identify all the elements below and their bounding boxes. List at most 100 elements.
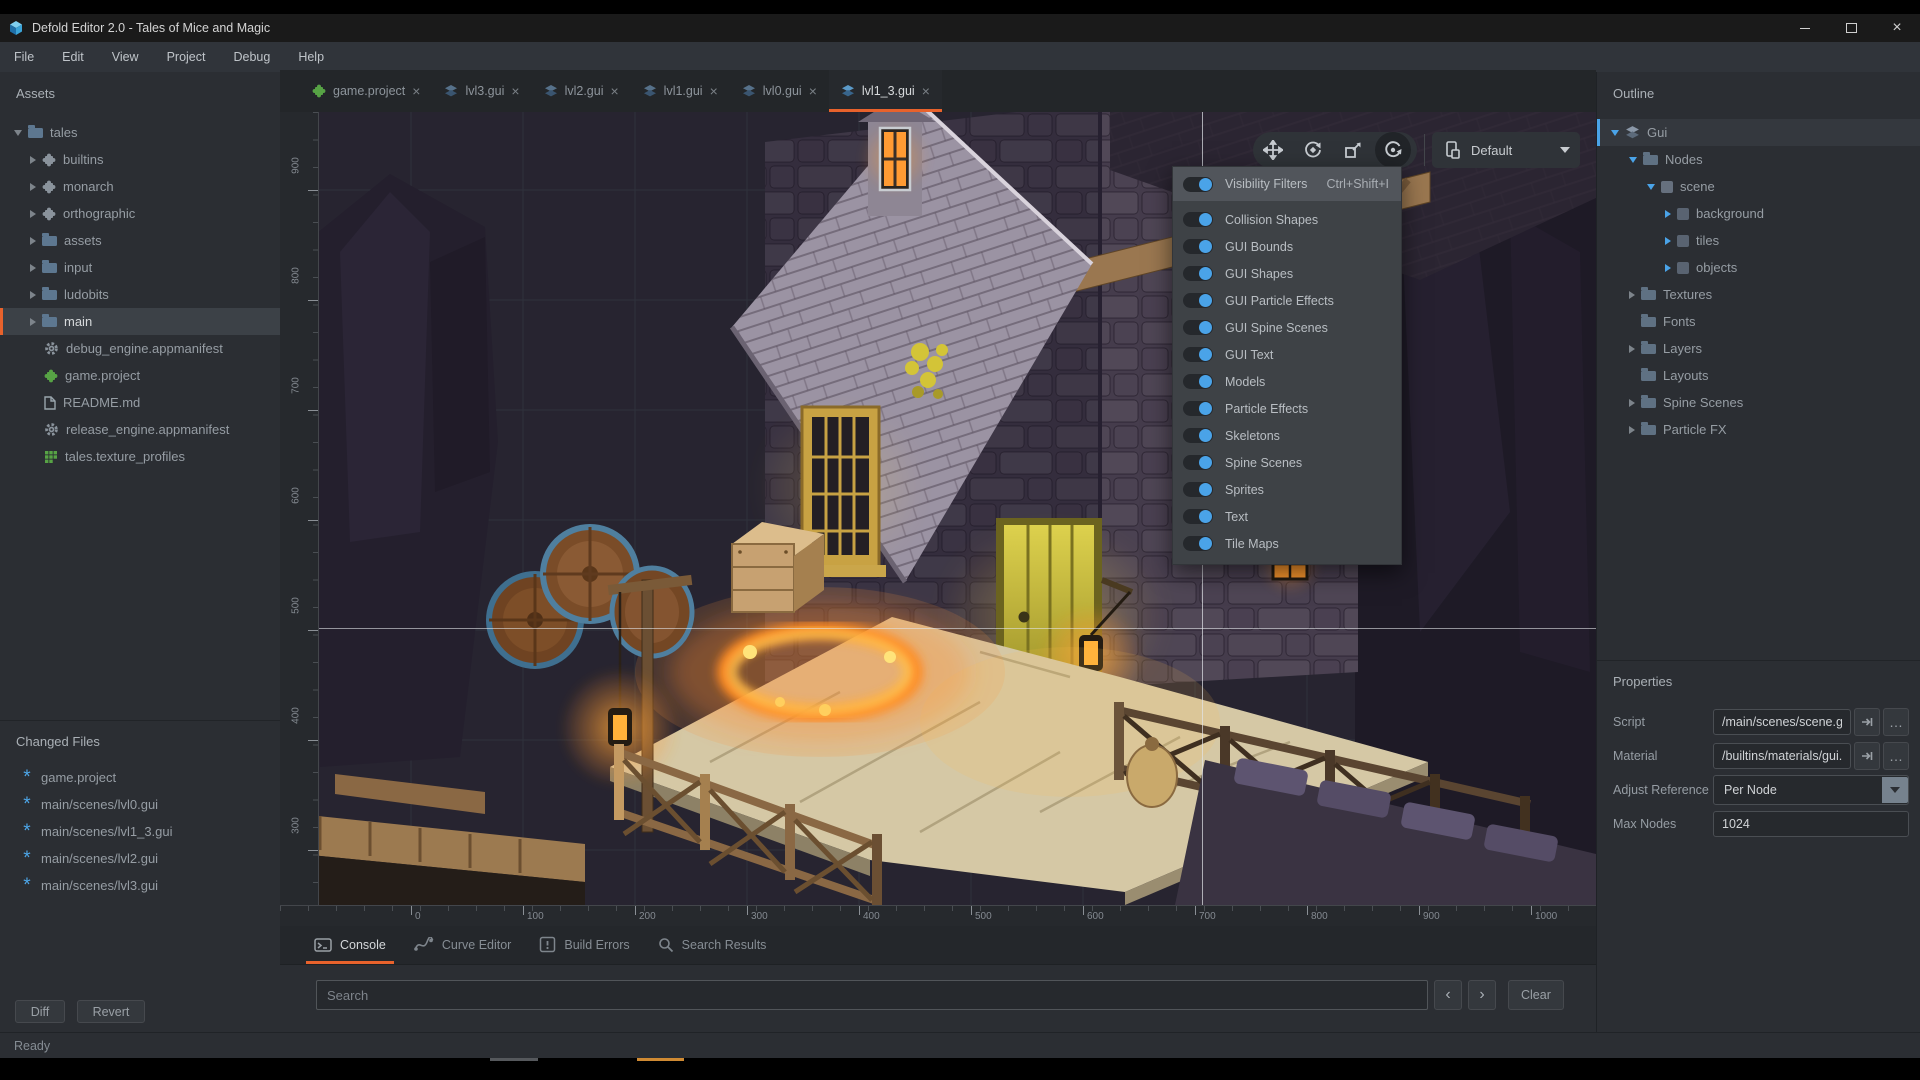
- chevron-right-icon[interactable]: [30, 264, 36, 272]
- search-next-button[interactable]: ›: [1468, 980, 1496, 1010]
- outline-item-objects[interactable]: objects: [1597, 254, 1920, 281]
- select-arrow-button[interactable]: [1882, 777, 1908, 803]
- adjust-reference-select[interactable]: Per Node: [1713, 775, 1909, 805]
- outline-item-gui[interactable]: Gui: [1597, 119, 1920, 146]
- rotate-tool-button[interactable]: [1293, 132, 1333, 168]
- search-input[interactable]: [316, 980, 1428, 1010]
- sidebar-item-input[interactable]: input: [0, 254, 280, 281]
- outline-item-nodes[interactable]: Nodes: [1597, 146, 1920, 173]
- open-resource-button[interactable]: [1854, 742, 1880, 770]
- chevron-right-icon[interactable]: [1629, 345, 1635, 353]
- layout-profile-selector[interactable]: Default: [1432, 132, 1580, 168]
- chevron-right-icon[interactable]: [1665, 264, 1671, 272]
- chevron-down-icon[interactable]: [1647, 184, 1655, 190]
- outline-item-fonts[interactable]: Fonts: [1597, 308, 1920, 335]
- filter-sprites[interactable]: Sprites: [1173, 476, 1401, 503]
- chevron-right-icon[interactable]: [1629, 426, 1635, 434]
- filter-gui-bounds[interactable]: GUI Bounds: [1173, 233, 1401, 260]
- chevron-right-icon[interactable]: [1629, 291, 1635, 299]
- sidebar-item-ludobits[interactable]: ludobits: [0, 281, 280, 308]
- menu-project[interactable]: Project: [153, 42, 220, 72]
- sidebar-item-texture-profiles[interactable]: tales.texture_profiles: [0, 443, 280, 470]
- toggle-switch[interactable]: [1183, 347, 1213, 362]
- visibility-filters-header-row[interactable]: Visibility Filters Ctrl+Shift+I: [1173, 167, 1401, 201]
- chevron-right-icon[interactable]: [30, 210, 36, 218]
- sidebar-item-readme[interactable]: README.md: [0, 389, 280, 416]
- chevron-right-icon[interactable]: [30, 156, 36, 164]
- outline-item-spine-scenes[interactable]: Spine Scenes: [1597, 389, 1920, 416]
- scale-tool-button[interactable]: [1333, 132, 1373, 168]
- browse-resource-button[interactable]: [1883, 708, 1909, 736]
- sidebar-item-tales[interactable]: tales: [0, 119, 280, 146]
- tab-game-project[interactable]: game.project: [300, 70, 432, 112]
- toggle-switch[interactable]: [1183, 177, 1213, 192]
- filter-collision-shapes[interactable]: Collision Shapes: [1173, 206, 1401, 233]
- menu-view[interactable]: View: [98, 42, 153, 72]
- menu-edit[interactable]: Edit: [48, 42, 98, 72]
- outline-item-particle-fx[interactable]: Particle FX: [1597, 416, 1920, 443]
- outline-item-layouts[interactable]: Layouts: [1597, 362, 1920, 389]
- chevron-right-icon[interactable]: [30, 318, 36, 326]
- sidebar-item-builtins[interactable]: builtins: [0, 146, 280, 173]
- chevron-right-icon[interactable]: [1629, 399, 1635, 407]
- toggle-switch[interactable]: [1183, 455, 1213, 470]
- toggle-switch[interactable]: [1183, 401, 1213, 416]
- toggle-switch[interactable]: [1183, 212, 1213, 227]
- search-prev-button[interactable]: ‹: [1434, 980, 1462, 1010]
- filter-models[interactable]: Models: [1173, 368, 1401, 395]
- maximize-button[interactable]: [1828, 14, 1874, 42]
- tab-close-icon[interactable]: [922, 83, 930, 99]
- filter-tile-maps[interactable]: Tile Maps: [1173, 530, 1401, 557]
- filter-gui-text[interactable]: GUI Text: [1173, 341, 1401, 368]
- changed-file-row[interactable]: * game.project: [0, 764, 280, 791]
- chevron-down-icon[interactable]: [14, 130, 22, 136]
- chevron-right-icon[interactable]: [30, 183, 36, 191]
- outline-item-background[interactable]: background: [1597, 200, 1920, 227]
- tab-close-icon[interactable]: [511, 83, 519, 99]
- scene-viewport[interactable]: 900 800 700 600 500 400 300: [280, 112, 1596, 905]
- changed-file-row[interactable]: * main/scenes/lvl3.gui: [0, 872, 280, 899]
- changed-file-row[interactable]: * main/scenes/lvl1_3.gui: [0, 818, 280, 845]
- clear-button[interactable]: Clear: [1508, 980, 1564, 1010]
- filter-gui-particle-effects[interactable]: GUI Particle Effects: [1173, 287, 1401, 314]
- filter-gui-spine-scenes[interactable]: GUI Spine Scenes: [1173, 314, 1401, 341]
- tab-console[interactable]: Console: [300, 925, 400, 964]
- browse-resource-button[interactable]: [1883, 742, 1909, 770]
- outline-item-scene[interactable]: scene: [1597, 173, 1920, 200]
- toggle-switch[interactable]: [1183, 482, 1213, 497]
- visibility-filters-button[interactable]: [1375, 132, 1411, 168]
- sidebar-item-main[interactable]: main: [0, 308, 280, 335]
- chevron-right-icon[interactable]: [1665, 210, 1671, 218]
- tab-lvl2-gui[interactable]: lvl2.gui: [532, 70, 631, 112]
- toggle-switch[interactable]: [1183, 428, 1213, 443]
- changed-file-row[interactable]: * main/scenes/lvl2.gui: [0, 845, 280, 872]
- sidebar-item-debug-engine-appmanifest[interactable]: debug_engine.appmanifest: [0, 335, 280, 362]
- tab-close-icon[interactable]: [610, 83, 618, 99]
- menu-help[interactable]: Help: [284, 42, 338, 72]
- tab-lvl1-3-gui[interactable]: lvl1_3.gui: [829, 70, 942, 112]
- revert-button[interactable]: Revert: [77, 1000, 145, 1023]
- tab-close-icon[interactable]: [809, 83, 817, 99]
- outline-item-layers[interactable]: Layers: [1597, 335, 1920, 362]
- changed-file-row[interactable]: * main/scenes/lvl0.gui: [0, 791, 280, 818]
- material-field[interactable]: [1713, 743, 1851, 769]
- toggle-switch[interactable]: [1183, 509, 1213, 524]
- diff-button[interactable]: Diff: [15, 1000, 65, 1023]
- toggle-switch[interactable]: [1183, 266, 1213, 281]
- tab-build-errors[interactable]: Build Errors: [525, 925, 643, 964]
- chevron-down-icon[interactable]: [1629, 157, 1637, 163]
- tab-close-icon[interactable]: [710, 83, 718, 99]
- max-nodes-field[interactable]: [1713, 811, 1909, 837]
- filter-spine-scenes[interactable]: Spine Scenes: [1173, 449, 1401, 476]
- toggle-switch[interactable]: [1183, 320, 1213, 335]
- outline-item-tiles[interactable]: tiles: [1597, 227, 1920, 254]
- chevron-right-icon[interactable]: [1665, 237, 1671, 245]
- filter-text[interactable]: Text: [1173, 503, 1401, 530]
- toggle-switch[interactable]: [1183, 239, 1213, 254]
- sidebar-item-game-project[interactable]: game.project: [0, 362, 280, 389]
- tab-curve-editor[interactable]: Curve Editor: [400, 925, 525, 964]
- open-resource-button[interactable]: [1854, 708, 1880, 736]
- sidebar-item-assets[interactable]: assets: [0, 227, 280, 254]
- filter-gui-shapes[interactable]: GUI Shapes: [1173, 260, 1401, 287]
- toggle-switch[interactable]: [1183, 293, 1213, 308]
